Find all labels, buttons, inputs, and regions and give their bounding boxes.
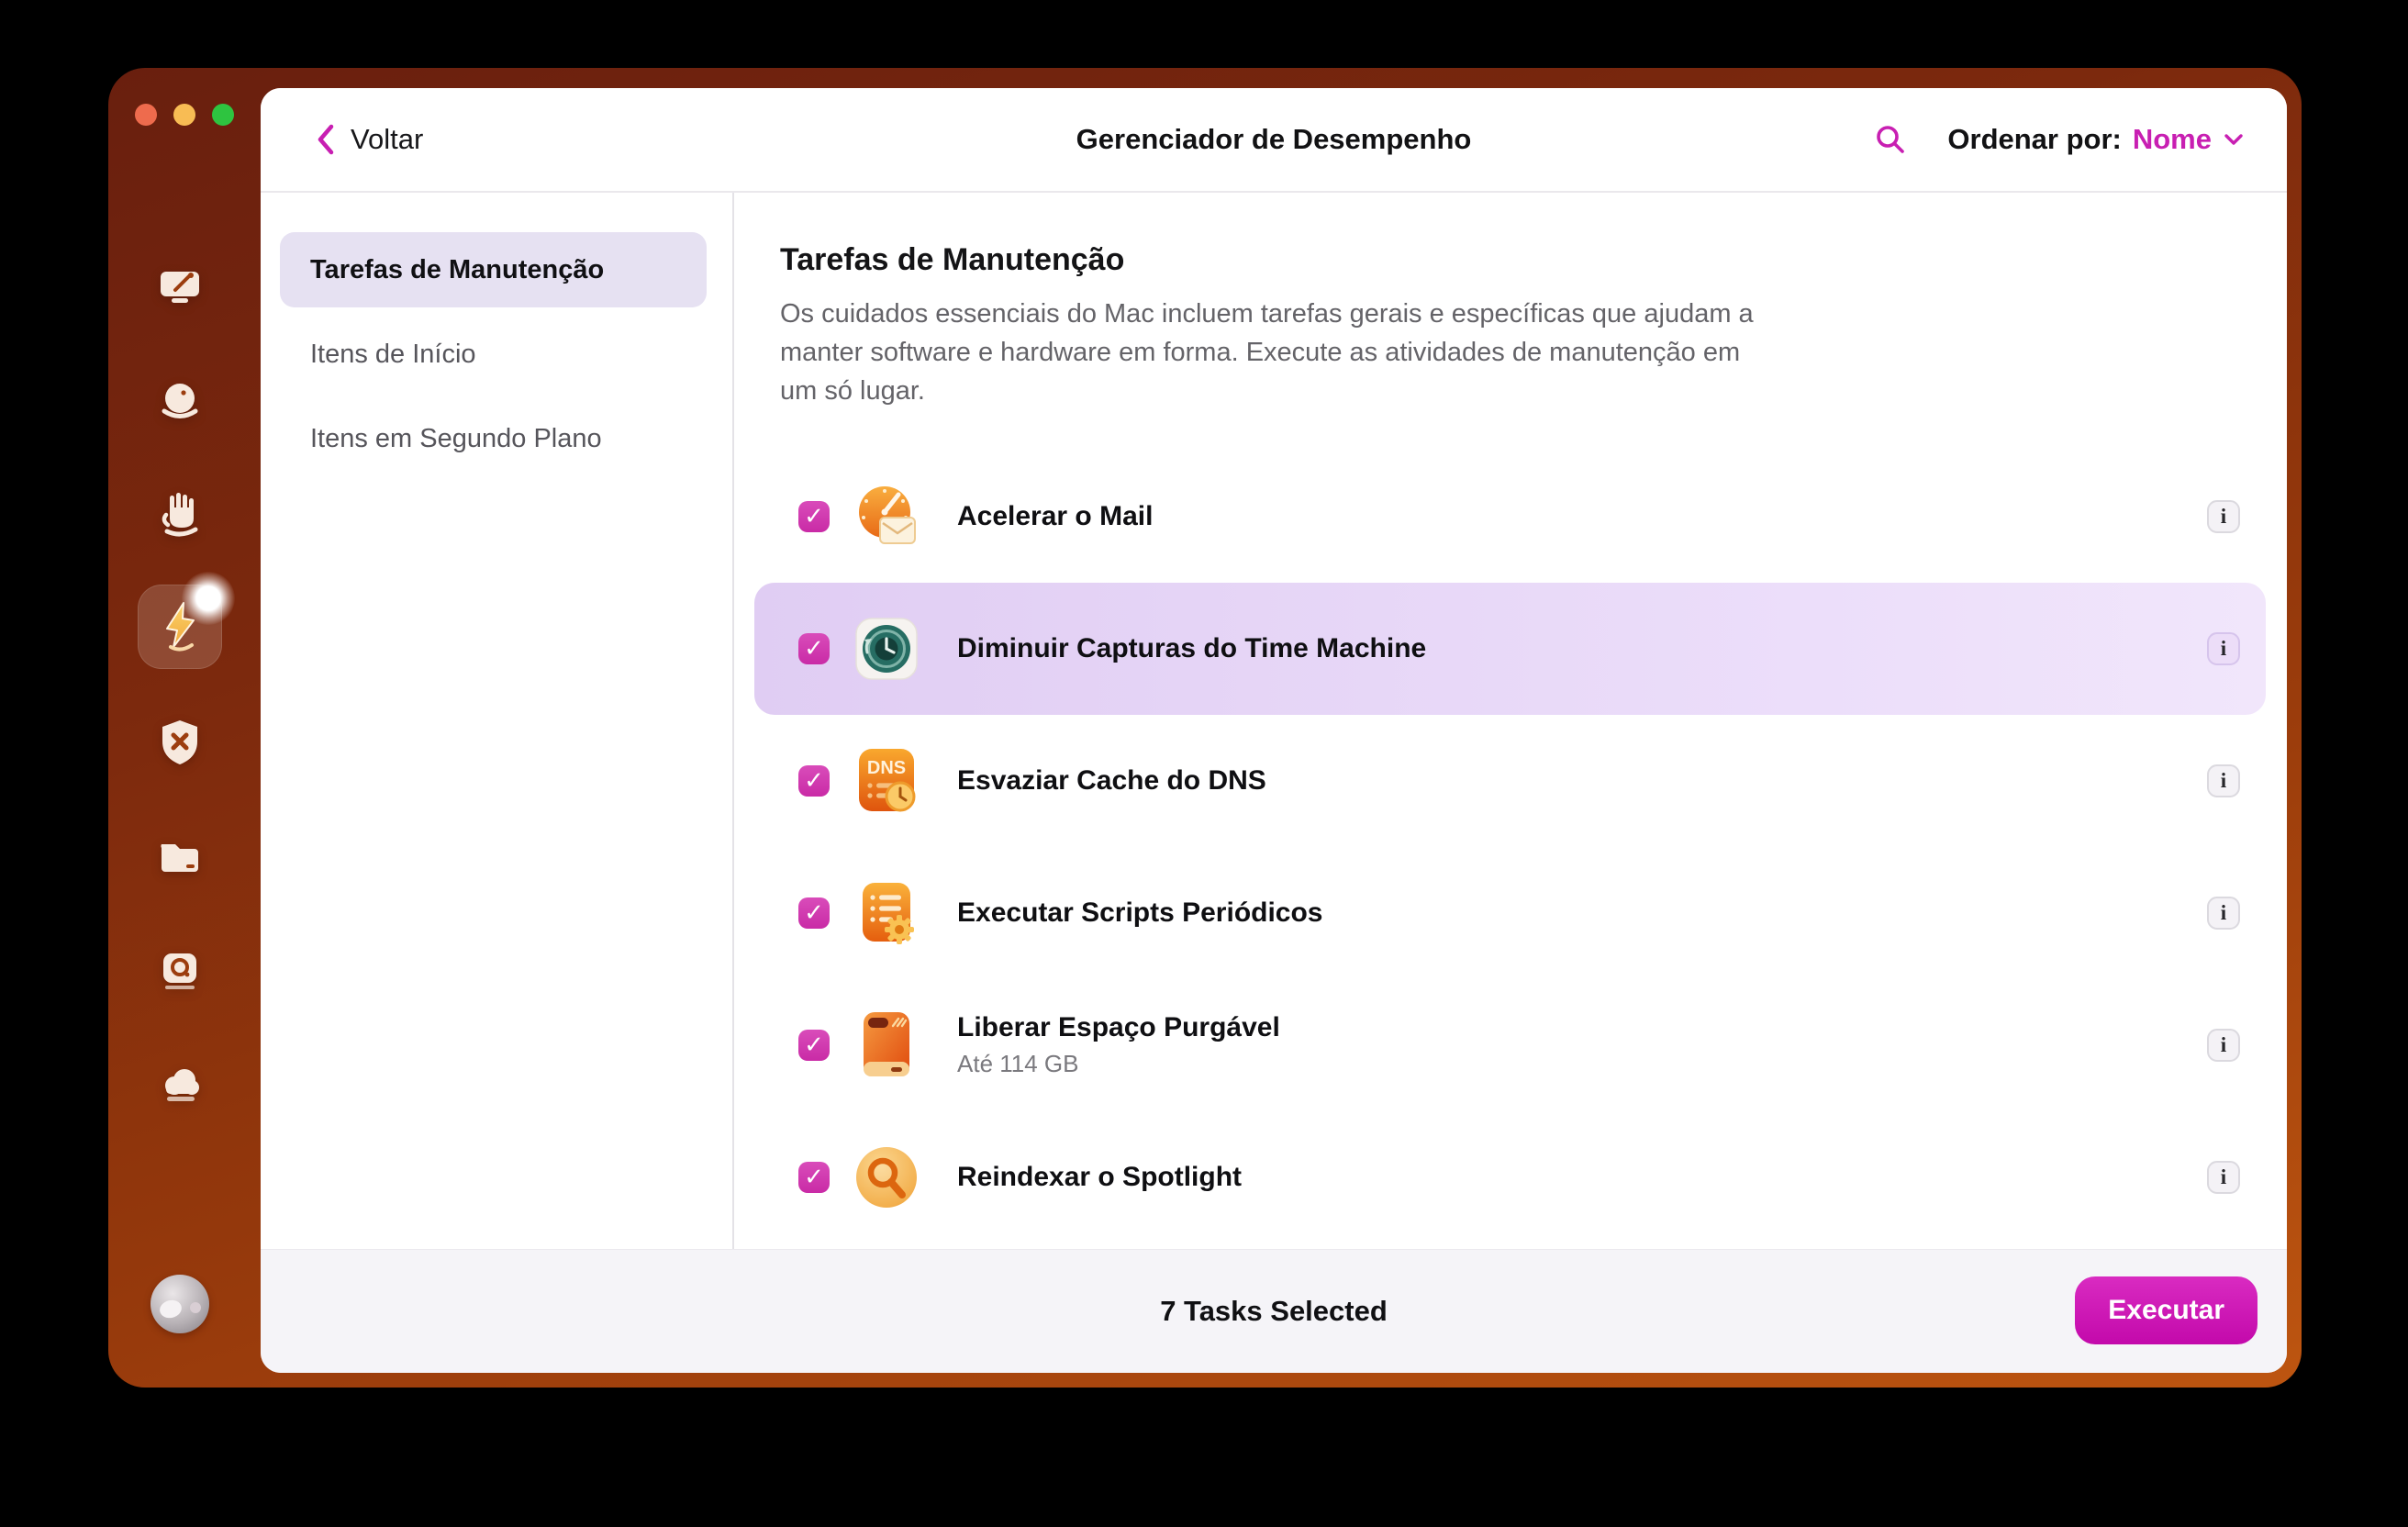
task-row-purgeable-space[interactable]: ✓ Liberar Espaço Purgável Até 114 GB i (754, 979, 2266, 1111)
info-icon: i (2220, 769, 2227, 792)
sidebar-item-space-lens drive-search-icon[interactable] (150, 940, 209, 998)
app-window: Voltar Gerenciador de Desempenho Ordenar… (108, 68, 2302, 1388)
info-button[interactable]: i (2207, 764, 2240, 797)
task-row-spotlight[interactable]: ✓ Reindexar o Spotlight i (754, 1111, 2266, 1243)
task-label: Executar Scripts Periódicos (957, 897, 1323, 928)
sort-by-dropdown[interactable]: Ordenar por: Nome (1947, 123, 2245, 156)
info-button[interactable]: i (2207, 1161, 2240, 1194)
search-icon[interactable] (1874, 123, 1907, 156)
info-icon: i (2220, 901, 2227, 924)
info-button[interactable]: i (2207, 1029, 2240, 1062)
nav-item-background-items[interactable]: Itens em Segundo Plano (280, 401, 707, 476)
sort-by-value: Nome (2132, 123, 2212, 155)
check-icon: ✓ (804, 898, 824, 926)
task-label: Acelerar o Mail (957, 501, 1154, 531)
window-header: Voltar Gerenciador de Desempenho Ordenar… (261, 88, 2287, 193)
sidebar-item-cleanup monitor-cleanup-icon[interactable] (150, 258, 209, 317)
task-checkbox[interactable]: ✓ (798, 633, 830, 664)
task-label: Diminuir Capturas do Time Machine (957, 633, 1427, 663)
main-content: Tarefas de Manutenção Os cuidados essenc… (734, 193, 2287, 1250)
svg-text:DNS: DNS (867, 758, 906, 778)
nav-item-maintenance-tasks[interactable]: Tarefas de Manutenção (280, 232, 707, 307)
back-label: Voltar (351, 123, 424, 155)
check-icon: ✓ (804, 1031, 824, 1058)
purgeable-drive-icon (864, 1012, 909, 1076)
info-button[interactable]: i (2207, 632, 2240, 665)
sidebar-item-applications shield-x-icon[interactable] (150, 712, 209, 771)
task-checkbox[interactable]: ✓ (798, 1162, 830, 1193)
info-icon: i (2220, 1165, 2227, 1188)
task-label: Esvaziar Cache do DNS (957, 765, 1266, 796)
section-heading: Tarefas de Manutenção (780, 242, 1125, 277)
task-sublabel: Até 114 GB (957, 1050, 1079, 1077)
sidebar-item-performance-selected[interactable] (138, 572, 235, 669)
info-icon: i (2220, 505, 2227, 528)
action-bar: 7 Tasks Selected Executar (261, 1249, 2287, 1373)
tasks-selected-status: 7 Tasks Selected (1160, 1295, 1388, 1327)
check-icon: ✓ (804, 766, 824, 794)
assistant-blob-large (158, 1298, 184, 1321)
sidebar-item-protection orb-icon[interactable] (150, 373, 209, 431)
chevron-left-icon (318, 124, 334, 155)
task-row-time-machine[interactable]: ✓ Diminuir Capturas do Time Machine i (754, 583, 2266, 715)
task-list: ✓ Acelerar o Mail i ✓ Diminuir Capturas … (754, 451, 2266, 1243)
info-button[interactable]: i (2207, 897, 2240, 930)
time-machine-icon (855, 618, 918, 680)
info-icon: i (2220, 1033, 2227, 1056)
spotlight-search-icon (856, 1147, 917, 1208)
chevron-down-icon (2224, 134, 2243, 145)
run-button[interactable]: Executar (2075, 1276, 2258, 1344)
assistant-blob-small (190, 1302, 201, 1313)
check-icon: ✓ (804, 502, 824, 529)
close-window-button[interactable] (135, 104, 157, 126)
dns-cache-icon: DNS (859, 749, 916, 812)
mail-speedometer-icon (859, 486, 916, 544)
assistant-icon[interactable] (150, 1275, 209, 1333)
task-checkbox[interactable]: ✓ (798, 501, 830, 532)
task-label: Liberar Espaço Purgável (957, 1012, 1280, 1042)
section-nav: Tarefas de Manutenção Itens de Início It… (261, 193, 732, 1250)
task-row-mail[interactable]: ✓ Acelerar o Mail i (754, 451, 2266, 583)
notification-glow-dot (182, 572, 235, 625)
zoom-window-button[interactable] (212, 104, 234, 126)
check-icon: ✓ (804, 634, 824, 662)
task-checkbox[interactable]: ✓ (798, 897, 830, 929)
nav-item-login-items[interactable]: Itens de Início (280, 317, 707, 392)
minimize-window-button[interactable] (173, 104, 195, 126)
sort-by-label: Ordenar por: (1947, 123, 2122, 155)
sidebar-item-speed hand-icon[interactable] (150, 485, 209, 544)
task-checkbox[interactable]: ✓ (798, 1030, 830, 1061)
task-row-scripts[interactable]: ✓ Executar Scripts Periódicos i (754, 847, 2266, 979)
info-button[interactable]: i (2207, 500, 2240, 533)
info-icon: i (2220, 637, 2227, 660)
section-description: Os cuidados essenciais do Mac incluem ta… (780, 299, 1754, 406)
task-row-dns[interactable]: ✓ DNS Esvaziar Cache do DNS i (754, 715, 2266, 847)
check-icon: ✓ (804, 1163, 824, 1190)
task-checkbox[interactable]: ✓ (798, 765, 830, 797)
content-card: Voltar Gerenciador de Desempenho Ordenar… (261, 88, 2287, 1373)
sidebar-item-files folder-icon[interactable] (150, 826, 209, 885)
task-label: Reindexar o Spotlight (957, 1162, 1243, 1192)
maintenance-scripts-icon (863, 883, 914, 944)
sidebar-item-shredder cloud-icon[interactable] (150, 1053, 209, 1112)
back-button[interactable]: Voltar (316, 88, 423, 191)
